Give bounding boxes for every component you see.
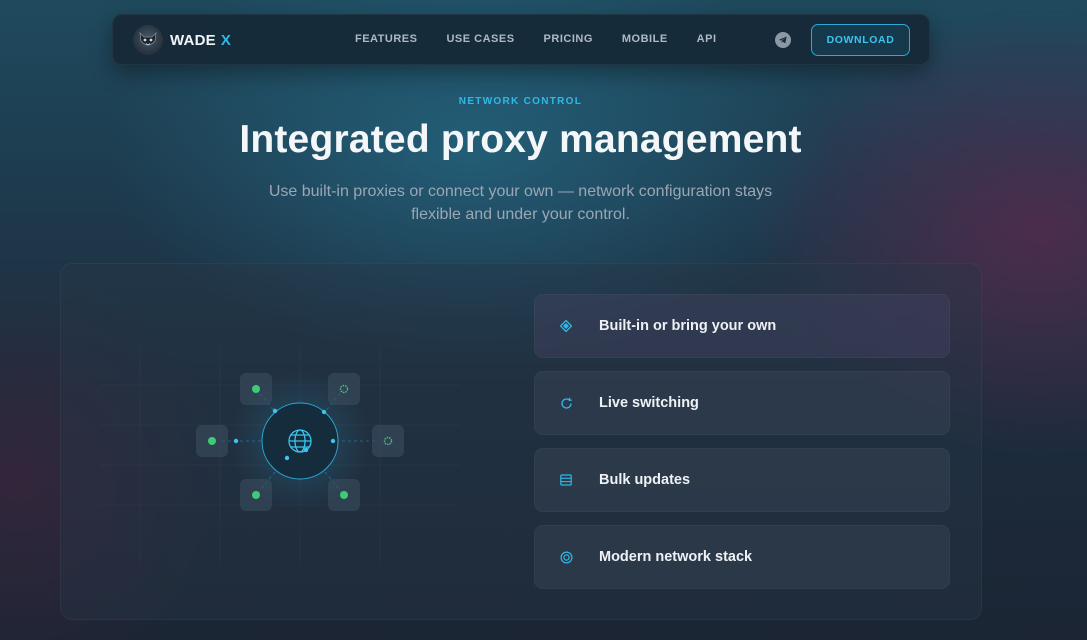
brand-name: WADE X — [170, 31, 232, 49]
brand-mascot-icon — [133, 25, 163, 55]
proxy-node-bottom-right — [328, 479, 360, 511]
proxy-node-top-left — [240, 373, 272, 405]
nav-link-use-cases[interactable]: USE CASES — [446, 33, 514, 45]
nav-link-pricing[interactable]: PRICING — [544, 33, 593, 45]
proxy-node-bottom-left — [240, 479, 272, 511]
refresh-icon — [559, 396, 573, 410]
main-menu: FEATURES USE CASES PRICING MOBILE API — [355, 33, 746, 45]
download-button[interactable]: DOWNLOAD — [811, 24, 910, 56]
page-subtitle: Use built-in proxies or connect your own… — [268, 183, 773, 223]
brand-logo[interactable]: WADE X — [133, 25, 231, 55]
proxy-network-diagram — [100, 345, 460, 565]
feature-item-built-in[interactable]: Built-in or bring your own — [534, 294, 950, 358]
list-icon — [559, 473, 573, 487]
feature-label: Modern network stack — [599, 549, 753, 565]
proxy-node-right — [372, 425, 404, 457]
brand-name-accent: X — [220, 31, 232, 49]
diamond-icon — [559, 319, 573, 333]
feature-label: Built-in or bring your own — [599, 318, 777, 334]
telegram-icon[interactable] — [775, 32, 791, 48]
nav-link-api[interactable]: API — [697, 33, 717, 45]
feature-item-live-switching[interactable]: Live switching — [534, 371, 950, 435]
proxy-node-top-right — [328, 373, 360, 405]
nav-link-mobile[interactable]: MOBILE — [622, 33, 668, 45]
feature-item-network-stack[interactable]: Modern network stack — [534, 525, 950, 589]
page-title: Integrated proxy management — [239, 118, 802, 161]
nav-link-features[interactable]: FEATURES — [355, 33, 417, 45]
top-navbar: WADE X FEATURES USE CASES PRICING MOBILE … — [112, 14, 930, 65]
feature-label: Bulk updates — [599, 472, 691, 488]
section-eyebrow: NETWORK CONTROL — [458, 96, 583, 107]
feature-list: Built-in or bring your own Live switchin… — [534, 294, 950, 602]
feature-label: Live switching — [599, 395, 699, 411]
target-icon — [559, 550, 573, 564]
feature-item-bulk-updates[interactable]: Bulk updates — [534, 448, 950, 512]
proxy-node-left — [196, 425, 228, 457]
